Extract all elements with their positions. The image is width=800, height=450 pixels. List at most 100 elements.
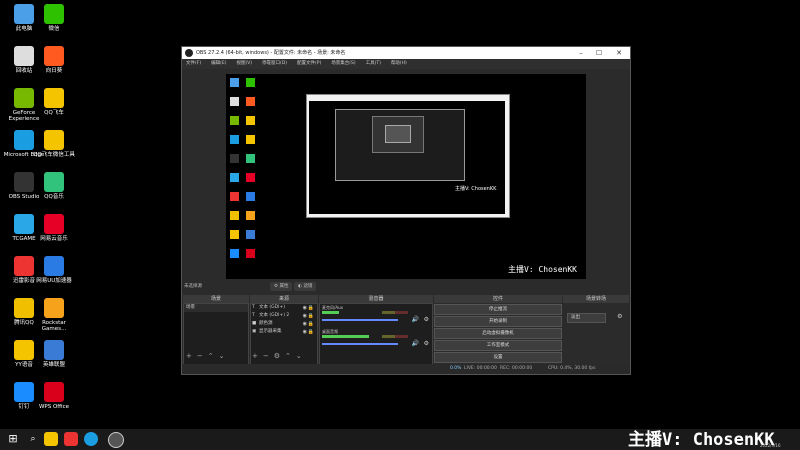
app-icon bbox=[14, 172, 34, 192]
preview-app-icon bbox=[246, 230, 255, 239]
level-meter-red bbox=[395, 311, 408, 314]
source-item[interactable]: ■ 颜色源 ◉ 🔒 bbox=[251, 320, 317, 328]
desktop-icon[interactable]: Rockstar Games... bbox=[32, 298, 76, 332]
preview-canvas[interactable]: 主播V: ChosenKK 主播V: ChosenKK bbox=[226, 74, 586, 279]
start-button-icon[interactable]: ⊞ bbox=[6, 432, 20, 446]
desktop-icon[interactable]: 向日葵 bbox=[32, 46, 76, 74]
source-item[interactable]: T 文本 (GDI+) ◉ 🔒 bbox=[251, 304, 317, 312]
app-icon bbox=[44, 298, 64, 318]
volume-slider[interactable] bbox=[322, 319, 398, 321]
add-scene-icon[interactable]: + bbox=[186, 352, 192, 360]
desktop-icon[interactable]: QQ飞车 bbox=[32, 88, 76, 116]
minimize-button[interactable]: – bbox=[574, 47, 588, 59]
lock-icon[interactable]: 🔒 bbox=[308, 312, 314, 320]
move-down-icon[interactable]: ⌄ bbox=[219, 352, 225, 360]
nested-preview bbox=[335, 109, 465, 181]
mixer-channel: 麦克风/Aux 🔊 ⚙ bbox=[320, 304, 432, 328]
desktop-icon[interactable]: QQ音乐 bbox=[32, 172, 76, 200]
source-type-icon: ■ bbox=[252, 321, 257, 326]
menu-item[interactable]: 配置文件(P) bbox=[297, 59, 321, 69]
lock-icon[interactable]: 🔒 bbox=[308, 304, 314, 312]
source-settings-icon[interactable]: ⚙ bbox=[274, 352, 280, 360]
menu-item[interactable]: 编辑(E) bbox=[211, 59, 226, 69]
visibility-eye-icon[interactable]: ◉ bbox=[303, 328, 307, 336]
desktop-icon-label: WPS Office bbox=[38, 404, 70, 410]
visibility-eye-icon[interactable]: ◉ bbox=[303, 312, 307, 320]
status-bar: 0.0% LIVE: 00:00:00 REC: 00:00:00 CPU: 0… bbox=[182, 364, 630, 374]
nested-preview-deep bbox=[385, 125, 411, 143]
control-button[interactable]: 启动虚拟摄像机 bbox=[434, 328, 562, 339]
scene-item[interactable]: 场景 bbox=[184, 304, 248, 312]
desktop-icon[interactable]: QQ飞车微信工具 bbox=[32, 130, 76, 158]
menu-item[interactable]: 帮助(H) bbox=[391, 59, 407, 69]
properties-label: 属性 bbox=[279, 284, 289, 289]
search-icon[interactable]: ⌕ bbox=[26, 432, 40, 446]
source-label: 文本 (GDI+) bbox=[259, 305, 285, 310]
transitions-header: 场景转场 bbox=[563, 295, 629, 303]
scenes-header: 场景 bbox=[183, 295, 249, 303]
level-meter-yellow bbox=[382, 311, 396, 314]
menu-item[interactable]: 视图(V) bbox=[236, 59, 252, 69]
speaker-icon[interactable]: 🔊 bbox=[412, 316, 419, 323]
transition-select[interactable]: 淡出 bbox=[567, 313, 606, 323]
selected-source-label: 未选择源 bbox=[184, 284, 202, 289]
preview-app-icon bbox=[246, 116, 255, 125]
app-icon bbox=[44, 4, 64, 24]
menu-item[interactable]: 文件(F) bbox=[186, 59, 201, 69]
add-source-icon[interactable]: + bbox=[252, 352, 258, 360]
controls-header: 控件 bbox=[434, 295, 562, 303]
preview-watermark: 主播V: ChosenKK bbox=[508, 265, 577, 274]
taskbar-app-yy-icon[interactable] bbox=[44, 432, 58, 446]
source-up-icon[interactable]: ⌃ bbox=[285, 352, 291, 360]
preview-app-icon bbox=[230, 78, 239, 87]
control-button[interactable]: 工作室模式 bbox=[434, 340, 562, 351]
app-icon bbox=[14, 130, 34, 150]
obs-taskbar-icon[interactable] bbox=[108, 432, 124, 448]
source-item[interactable]: ▣ 显示器采集 ◉ 🔒 bbox=[251, 328, 317, 336]
desktop-icon[interactable]: 网易云音乐 bbox=[32, 214, 76, 242]
edge-icon[interactable] bbox=[84, 432, 98, 446]
properties-button[interactable]: ⚙ 属性 bbox=[270, 282, 293, 291]
visibility-eye-icon[interactable]: ◉ bbox=[303, 320, 307, 328]
controls-dock: 停止推流开始录制启动虚拟摄像机工作室模式设置退出 bbox=[434, 303, 562, 375]
control-button[interactable]: 停止推流 bbox=[434, 304, 562, 315]
desktop-icon[interactable]: 微信 bbox=[32, 4, 76, 32]
app-icon bbox=[14, 88, 34, 108]
preview-app-icon bbox=[230, 154, 239, 163]
taskbar-app-icon[interactable] bbox=[64, 432, 78, 446]
speaker-icon[interactable]: 🔊 bbox=[412, 340, 419, 347]
source-type-icon: ▣ bbox=[252, 329, 257, 334]
desktop-icon-label: 微信 bbox=[48, 26, 60, 32]
gear-icon[interactable]: ⚙ bbox=[424, 340, 429, 347]
control-button[interactable]: 开始录制 bbox=[434, 316, 562, 327]
visibility-eye-icon[interactable]: ◉ bbox=[303, 304, 307, 312]
app-icon bbox=[14, 46, 34, 66]
source-item[interactable]: T 文本 (GDI+) 2 ◉ 🔒 bbox=[251, 312, 317, 320]
menu-item[interactable]: 工具(T) bbox=[366, 59, 381, 69]
menu-item[interactable]: 停靠窗口(D) bbox=[262, 59, 287, 69]
desktop-icon[interactable]: WPS Office bbox=[32, 382, 76, 410]
desktop-icon[interactable]: 英雄联盟 bbox=[32, 340, 76, 368]
preview-app-icon bbox=[230, 192, 239, 201]
desktop-icon[interactable]: 网易UU加速器 bbox=[32, 256, 76, 284]
filters-button[interactable]: ◐ 滤镜 bbox=[294, 282, 317, 291]
close-button[interactable]: ✕ bbox=[612, 47, 626, 59]
lock-icon[interactable]: 🔒 bbox=[308, 328, 314, 336]
app-icon bbox=[14, 214, 34, 234]
preview-app-icon bbox=[230, 249, 239, 258]
app-icon bbox=[14, 256, 34, 276]
gear-icon[interactable]: ⚙ bbox=[424, 316, 429, 323]
lock-icon[interactable]: 🔒 bbox=[308, 320, 314, 328]
transition-gear-icon[interactable]: ⚙ bbox=[617, 313, 622, 320]
remove-scene-icon[interactable]: − bbox=[197, 352, 203, 360]
level-meter-yellow bbox=[382, 335, 396, 338]
source-down-icon[interactable]: ⌄ bbox=[296, 352, 302, 360]
sources-toolbar: + − ⚙ ⌃ ⌄ bbox=[252, 351, 307, 361]
move-up-icon[interactable]: ⌃ bbox=[208, 352, 214, 360]
control-button[interactable]: 设置 bbox=[434, 352, 562, 363]
remove-source-icon[interactable]: − bbox=[263, 352, 269, 360]
volume-slider[interactable] bbox=[322, 343, 398, 345]
menu-item[interactable]: 场景集合(S) bbox=[331, 59, 355, 69]
preview-app-icon bbox=[246, 249, 255, 258]
maximize-button[interactable]: ☐ bbox=[592, 47, 606, 59]
